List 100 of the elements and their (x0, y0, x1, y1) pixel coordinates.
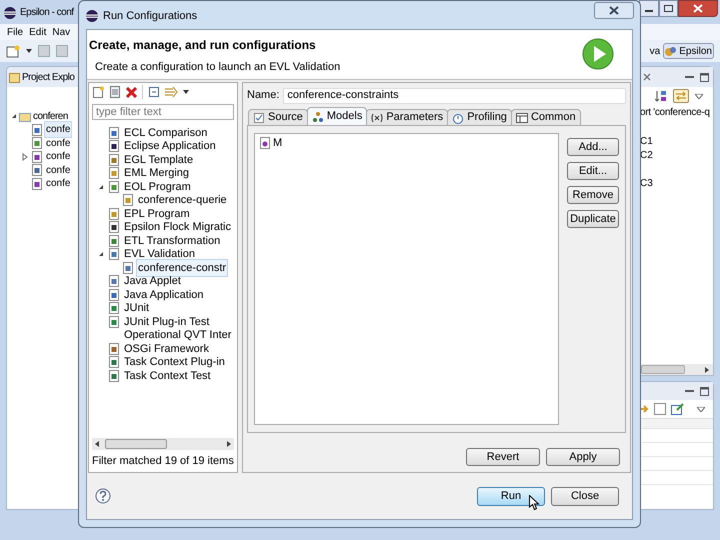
dialog-button[interactable]: Run (477, 486, 545, 506)
tree-item[interactable]: Epsilon Flock Migratic (123, 219, 232, 236)
minimize-button[interactable] (639, 0, 659, 17)
tree-item[interactable]: EVL Validation (123, 246, 196, 262)
tree-item[interactable]: EOL Program (123, 178, 192, 195)
folder-icon (19, 110, 31, 122)
eclipse-icon (3, 6, 17, 20)
form-button[interactable]: Apply (546, 448, 620, 466)
document-icon (31, 164, 43, 176)
model-item[interactable]: M (273, 134, 282, 152)
tab[interactable]: Parameters (366, 109, 448, 125)
horizontal-scrollbar[interactable] (639, 364, 713, 375)
new-icon (92, 86, 104, 98)
document-icon (108, 154, 120, 166)
model-icon (259, 137, 271, 149)
document-icon (108, 208, 120, 220)
expanded-arrow-icon[interactable] (97, 250, 105, 258)
tree-item[interactable]: confe (45, 149, 72, 164)
tree-item[interactable]: confe (45, 136, 72, 151)
side-button[interactable]: Remove (567, 186, 619, 204)
save-all-icon (56, 45, 68, 57)
menu-item[interactable]: Edit (26, 24, 50, 40)
caret-icon (183, 90, 189, 94)
name-field[interactable]: conference-constraints (283, 88, 626, 104)
arrow-icon (639, 404, 649, 414)
tab[interactable]: Models (306, 107, 368, 125)
perspective-button[interactable]: va (648, 43, 662, 59)
document-icon (108, 234, 120, 247)
check-icon (253, 112, 265, 124)
document-icon (122, 262, 134, 274)
new-file-icon (6, 44, 20, 58)
menu-item[interactable]: File (4, 24, 26, 40)
name-label: Name: (247, 88, 280, 104)
document-icon (31, 124, 43, 136)
pencil-icon (671, 403, 684, 415)
collapse-icon (148, 86, 160, 98)
right-arrow-icon (705, 366, 709, 372)
document-icon (108, 126, 120, 139)
sync-icon (675, 91, 687, 101)
close-button[interactable] (678, 0, 718, 17)
tree-item[interactable]: conferen (32, 108, 69, 124)
tab[interactable]: Profiling (447, 109, 512, 125)
tree-item[interactable]: Operational QVT Inter (123, 327, 232, 344)
filter-icon (165, 86, 178, 98)
tree-item[interactable]: confe (45, 176, 72, 192)
link-toggle[interactable] (673, 89, 689, 103)
dropdown-icon (697, 406, 705, 412)
document-icon (108, 370, 120, 382)
tree-item[interactable]: ETL Transformation (123, 232, 222, 249)
side-button[interactable]: Duplicate (567, 210, 619, 228)
side-button[interactable]: Edit... (567, 162, 619, 180)
table-icon (516, 112, 528, 124)
tree-item[interactable]: EML Merging (123, 165, 190, 182)
duplicate-icon (109, 86, 121, 98)
outline-item[interactable]: C3 (639, 176, 713, 190)
tree-item[interactable]: OSGi Framework (123, 340, 210, 357)
tab[interactable]: Common (510, 109, 581, 125)
tree-item[interactable]: EPL Program (123, 206, 191, 222)
caret-icon (26, 49, 32, 53)
header-message: Create a configuration to launch an EVL Validation (95, 60, 342, 75)
document-icon (31, 178, 43, 190)
filter-field[interactable]: type filter text (92, 104, 234, 120)
tree-item[interactable]: ECL Comparison (123, 124, 208, 141)
tree-item[interactable]: Eclipse Application (123, 138, 217, 154)
tree-item[interactable]: confe (45, 122, 72, 138)
tree-item[interactable]: Task Context Test (123, 368, 212, 384)
tree-item[interactable]: JUnit (123, 300, 150, 316)
expanded-arrow-icon[interactable] (97, 182, 105, 191)
expanded-arrow-icon[interactable] (10, 112, 18, 120)
form-button[interactable]: Revert (466, 448, 540, 466)
document-icon (31, 150, 43, 163)
horizontal-scrollbar[interactable] (92, 438, 234, 450)
close-button[interactable] (594, 2, 634, 19)
run-icon (582, 38, 614, 70)
tree-item[interactable]: conference-querie (137, 192, 228, 208)
tree-item[interactable]: conference-constr (137, 260, 228, 276)
perspective-button[interactable]: Epsilon (663, 43, 714, 59)
tree-item[interactable]: JUnit Plug-in Test (123, 314, 210, 330)
maximize-icon (700, 386, 709, 396)
tree-item[interactable]: Task Context Plug-in (123, 354, 226, 370)
close-icon (609, 6, 619, 15)
left-arrow-icon (95, 440, 99, 446)
menu-item[interactable]: Nav (49, 24, 74, 40)
tree-item[interactable]: Java Application (123, 286, 204, 303)
dialog-button[interactable]: Close (551, 486, 619, 506)
help-icon (95, 488, 111, 504)
tree-item[interactable]: EGL Template (123, 152, 194, 168)
tree-item[interactable]: confe (45, 162, 72, 178)
save-icon (38, 45, 50, 57)
maximize-icon (664, 5, 673, 12)
collapsed-arrow-icon[interactable] (21, 152, 29, 161)
document-icon (108, 356, 120, 368)
document-icon (108, 342, 120, 355)
tab[interactable]: Source (248, 109, 308, 125)
dropdown-icon (695, 94, 703, 98)
variable-icon (371, 112, 384, 124)
view-title: Project Explo (22, 70, 74, 84)
side-button[interactable]: Add... (567, 138, 619, 156)
maximize-button[interactable] (659, 0, 678, 17)
tree-item[interactable]: Java Applet (123, 273, 182, 290)
